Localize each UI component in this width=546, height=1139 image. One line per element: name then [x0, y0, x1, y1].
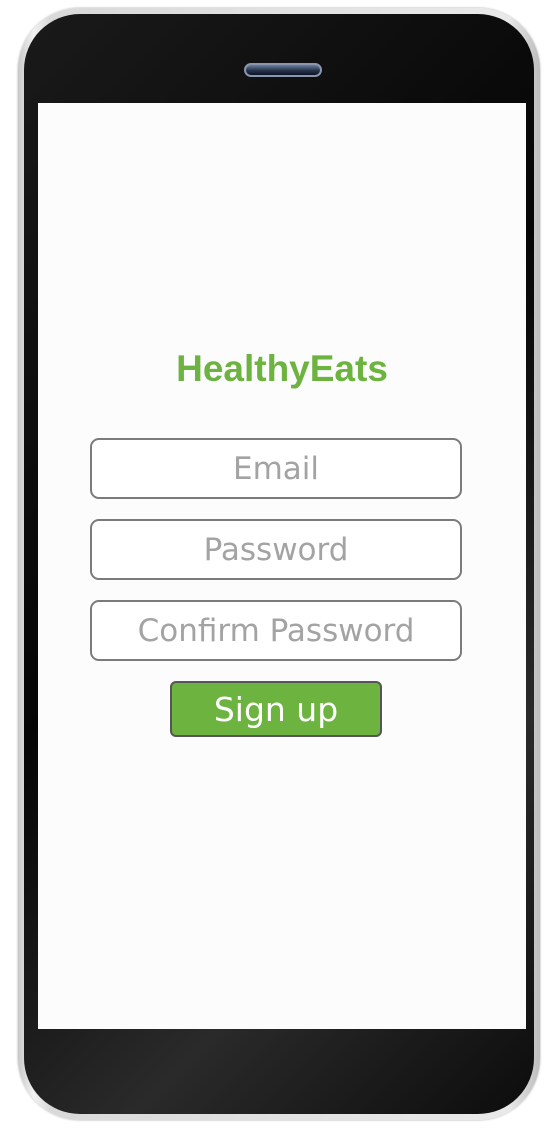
- app-title: HealthyEats: [176, 348, 388, 389]
- email-field[interactable]: [90, 438, 462, 499]
- confirm-password-field[interactable]: [90, 600, 462, 661]
- earpiece-speaker-icon: [244, 63, 322, 77]
- password-field[interactable]: [90, 519, 462, 580]
- sign-up-button[interactable]: Sign up: [170, 681, 382, 737]
- phone-frame: HealthyEats Sign up: [18, 8, 540, 1120]
- signup-screen: HealthyEats Sign up: [38, 103, 526, 1029]
- phone-body: HealthyEats Sign up: [24, 14, 534, 1114]
